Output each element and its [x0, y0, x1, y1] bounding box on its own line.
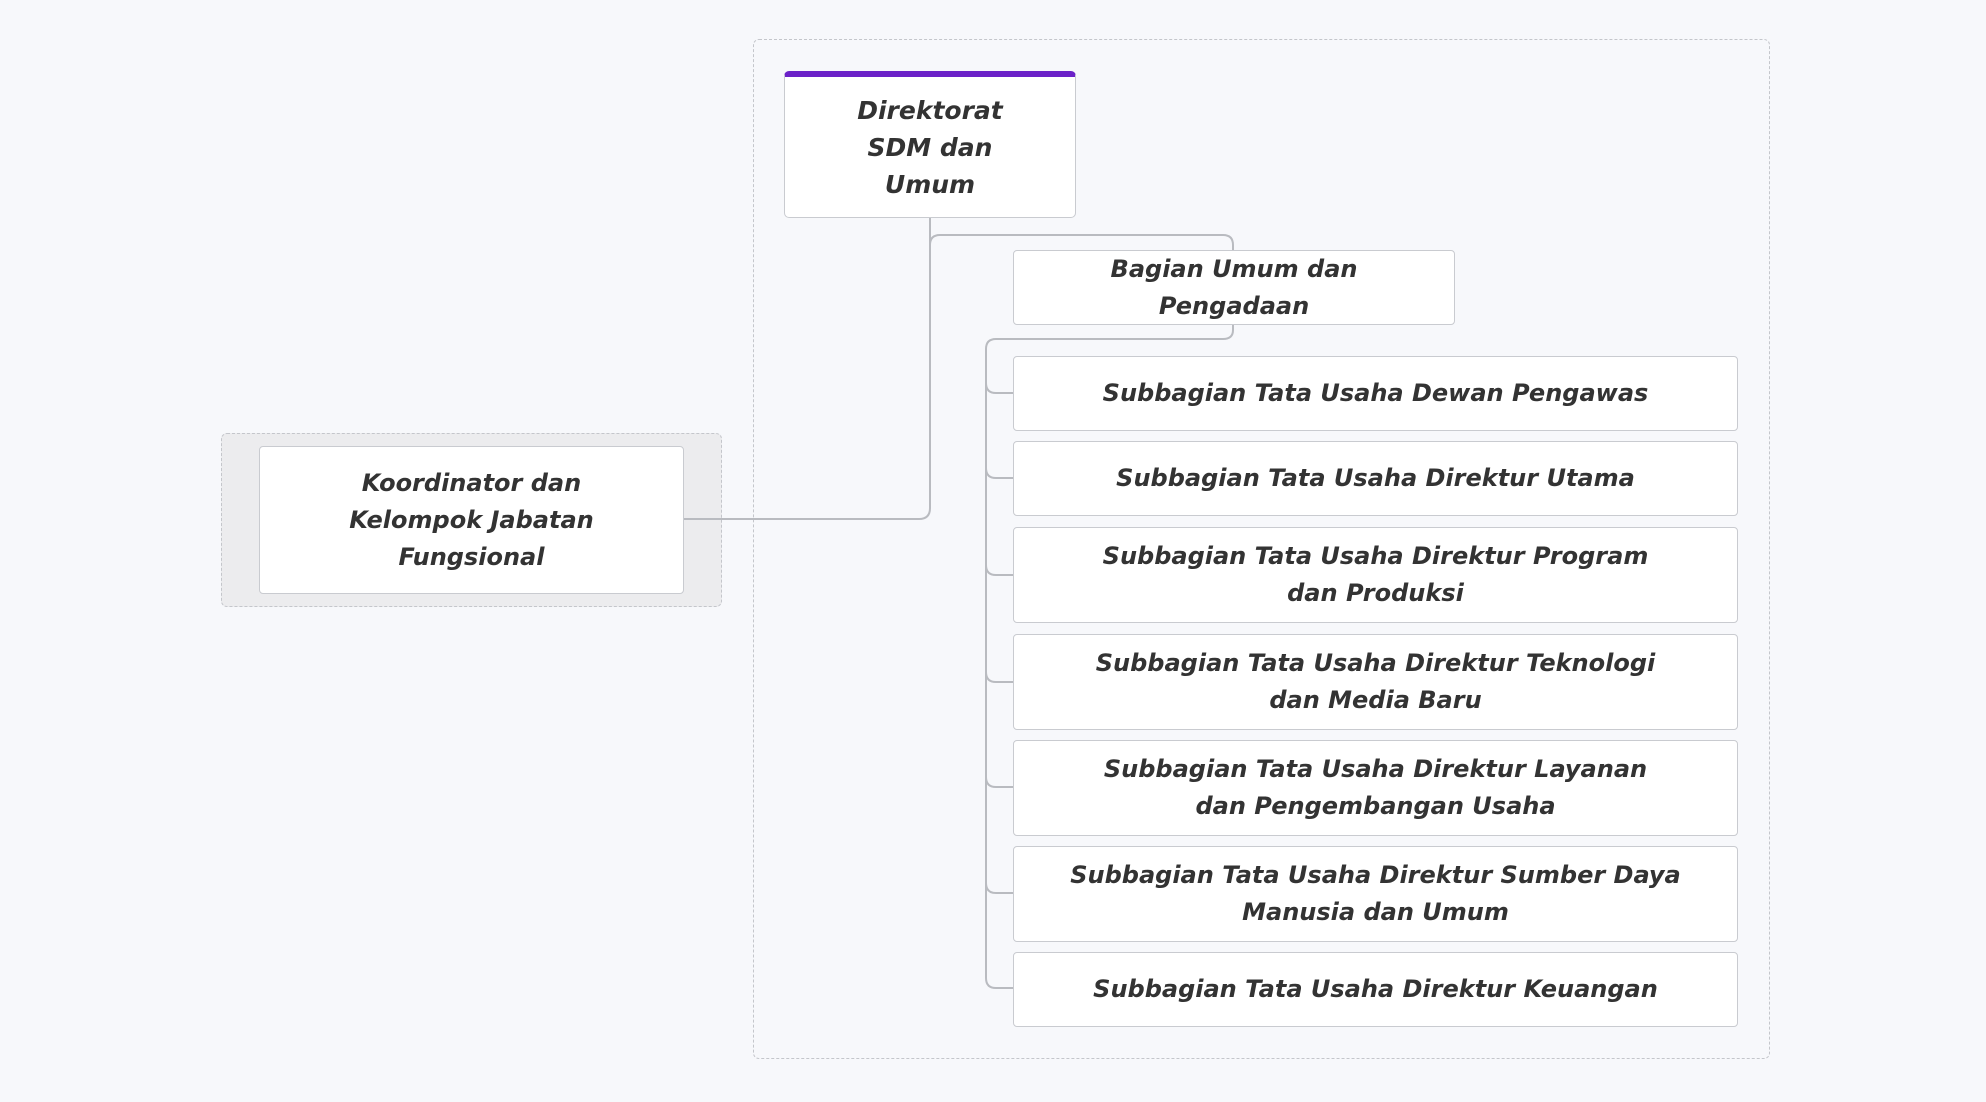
subbagian-node-3[interactable]: Subbagian Tata Usaha Direktur Program da…: [1013, 527, 1738, 623]
subbagian-node-5[interactable]: Subbagian Tata Usaha Direktur Layanan da…: [1013, 740, 1738, 836]
root-node-direktorat[interactable]: Direktorat SDM dan Umum: [784, 71, 1076, 218]
subbagian-node-7[interactable]: Subbagian Tata Usaha Direktur Keuangan: [1013, 952, 1738, 1027]
root-node-label: Direktorat SDM dan Umum: [857, 95, 1003, 199]
subbagian-label: Subbagian Tata Usaha Direktur Utama: [1116, 464, 1635, 492]
bagian-label: Bagian Umum dan Pengadaan: [1110, 254, 1358, 320]
subbagian-node-4[interactable]: Subbagian Tata Usaha Direktur Teknologi …: [1013, 634, 1738, 730]
subbagian-label: Subbagian Tata Usaha Direktur Program da…: [1102, 542, 1649, 607]
subbagian-node-2[interactable]: Subbagian Tata Usaha Direktur Utama: [1013, 441, 1738, 516]
subbagian-node-1[interactable]: Subbagian Tata Usaha Dewan Pengawas: [1013, 356, 1738, 431]
subbagian-label: Subbagian Tata Usaha Direktur Keuangan: [1093, 975, 1658, 1003]
bagian-node[interactable]: Bagian Umum dan Pengadaan: [1013, 250, 1455, 325]
subbagian-node-6[interactable]: Subbagian Tata Usaha Direktur Sumber Day…: [1013, 846, 1738, 942]
subbagian-label: Subbagian Tata Usaha Direktur Sumber Day…: [1070, 861, 1681, 926]
org-chart-canvas: Direktorat SDM dan Umum Koordinator dan …: [0, 0, 1986, 1102]
subbagian-label: Subbagian Tata Usaha Dewan Pengawas: [1102, 379, 1649, 407]
side-unit-label: Koordinator dan Kelompok Jabatan Fungsio…: [349, 468, 594, 571]
subbagian-label: Subbagian Tata Usaha Direktur Layanan da…: [1103, 755, 1648, 820]
side-unit-node[interactable]: Koordinator dan Kelompok Jabatan Fungsio…: [259, 446, 684, 594]
subbagian-label: Subbagian Tata Usaha Direktur Teknologi …: [1095, 649, 1656, 714]
